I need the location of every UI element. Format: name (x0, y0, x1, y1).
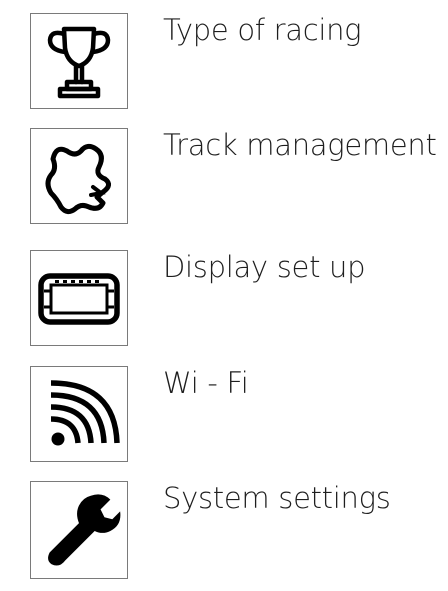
menu-item-label: Track management (163, 128, 437, 162)
wifi-icon-box[interactable] (30, 366, 128, 462)
display-icon-box[interactable] (30, 250, 128, 346)
track-icon-box[interactable] (30, 128, 128, 224)
menu-item-track-management[interactable]: Track management (30, 128, 448, 238)
menu-item-type-of-racing[interactable]: Type of racing (30, 13, 448, 123)
menu-item-display-set-up[interactable]: Display set up (30, 250, 448, 360)
menu-item-label: System settings (163, 481, 391, 515)
trophy-icon (47, 26, 111, 99)
menu-item-label: Type of racing (163, 13, 362, 47)
menu-item-label: Display set up (163, 250, 366, 284)
menu-item-wifi[interactable]: Wi - Fi (30, 366, 448, 476)
settings-menu: Type of racing Track management Display … (0, 0, 448, 579)
menu-item-label: Wi - Fi (163, 366, 249, 400)
trophy-icon-box[interactable] (30, 13, 128, 109)
wifi-icon (50, 380, 120, 446)
wrench-icon (48, 494, 121, 566)
track-icon (45, 143, 111, 215)
menu-item-system-settings[interactable]: System settings (30, 481, 448, 591)
wrench-icon-box[interactable] (30, 481, 128, 579)
display-icon (38, 273, 120, 325)
